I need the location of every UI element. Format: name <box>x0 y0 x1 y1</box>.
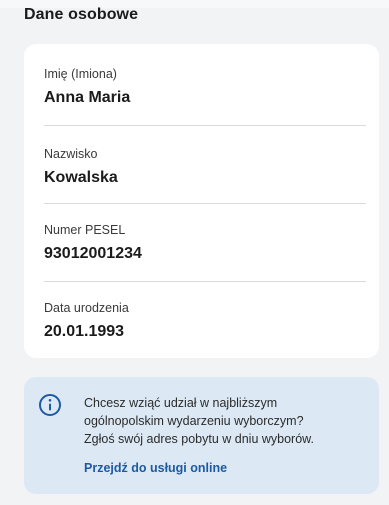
field-value: 93012001234 <box>44 245 142 262</box>
field-birth-date: Data urodzenia 20.01.1993 <box>44 300 366 342</box>
field-label: Imię (Imiona) <box>44 67 117 81</box>
info-line: Zgłoś swój adres pobytu w dniu wyborów. <box>84 432 314 446</box>
field-pesel: Numer PESEL 93012001234 <box>44 222 366 264</box>
field-label: Nazwisko <box>44 147 98 161</box>
field-value: Kowalska <box>44 169 118 186</box>
field-first-name: Imię (Imiona) Anna Maria <box>44 66 366 108</box>
info-line: ogólnopolskim wydarzeniu wyborczym? <box>84 414 304 428</box>
field-label: Data urodzenia <box>44 301 129 315</box>
section-title: Dane osobowe <box>24 6 139 23</box>
field-value: Anna Maria <box>44 89 131 106</box>
election-info-box: Chcesz wziąć udział w najbliższym ogólno… <box>24 377 379 494</box>
field-last-name: Nazwisko Kowalska <box>44 146 366 188</box>
online-service-link[interactable]: Przejdź do usługi online <box>84 461 227 475</box>
personal-data-screen: Dane osobowe Imię (Imiona) Anna Maria Na… <box>0 0 389 505</box>
personal-data-card: Imię (Imiona) Anna Maria Nazwisko Kowals… <box>24 44 379 358</box>
field-label: Numer PESEL <box>44 223 126 237</box>
info-text: Chcesz wziąć udział w najbliższym ogólno… <box>84 394 366 448</box>
divider <box>44 281 366 282</box>
info-icon <box>39 394 61 416</box>
info-line: Chcesz wziąć udział w najbliższym <box>84 396 278 410</box>
divider <box>44 203 366 204</box>
divider <box>44 125 366 126</box>
field-value: 20.01.1993 <box>44 323 125 340</box>
